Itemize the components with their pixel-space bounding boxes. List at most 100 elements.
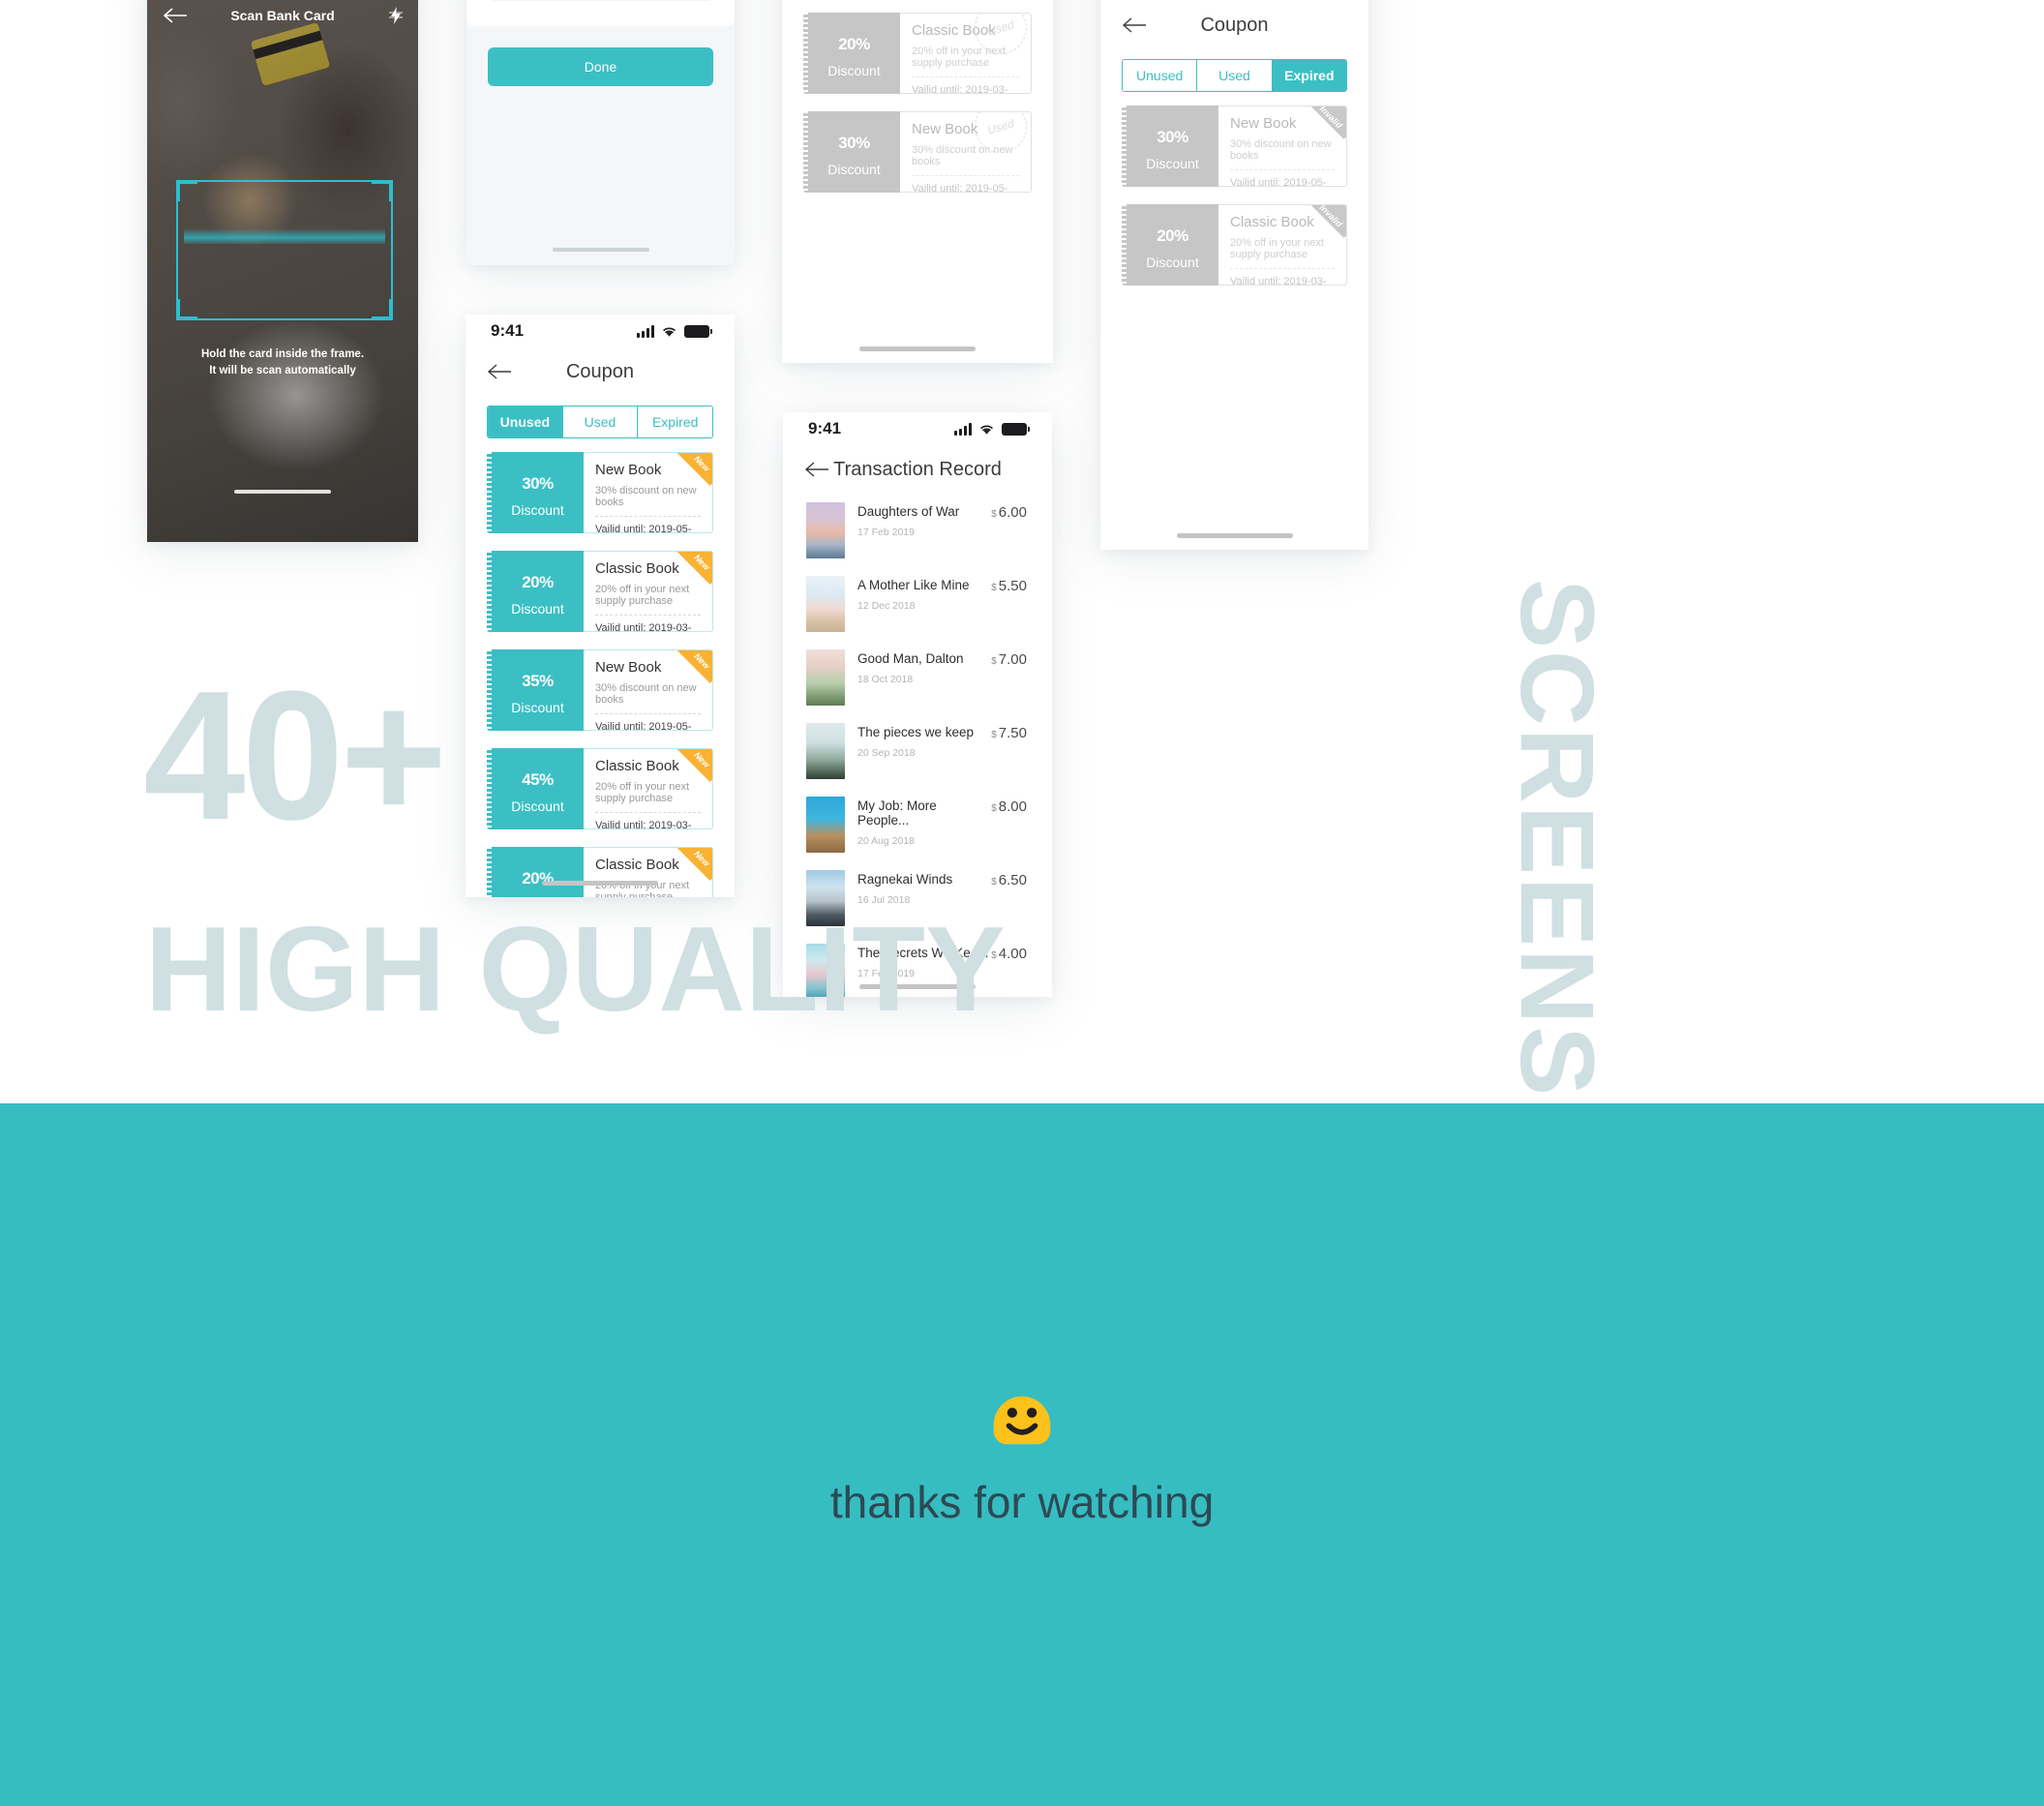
coupon-percent-value: 20 bbox=[522, 573, 540, 591]
footer-banner: thanks for watching bbox=[0, 1103, 2044, 1806]
coupon-discount-block: 45% Discount bbox=[487, 748, 584, 829]
coupon-percent-value: 20 bbox=[1157, 226, 1175, 245]
coupon-percent-value: 30 bbox=[522, 474, 540, 493]
coupon-discount-block: 20% Discount bbox=[803, 13, 900, 94]
coupon-valid: Vailid until: 2019-05-04 bbox=[595, 721, 692, 731]
coupon-card[interactable]: 20% Discount Classic Book 20% off in you… bbox=[803, 13, 1032, 94]
book-title: A Mother Like Mine bbox=[857, 578, 970, 592]
book-title: My Job: More People... bbox=[857, 798, 937, 828]
coupon-discount-label: Discount bbox=[511, 798, 564, 814]
transaction-details: A Mother Like Mine 12 Dec 2018 bbox=[845, 576, 991, 612]
back-arrow-icon[interactable] bbox=[487, 363, 512, 380]
transaction-date: 12 Dec 2018 bbox=[857, 600, 916, 612]
transaction-date: 20 Sep 2018 bbox=[857, 747, 916, 759]
expired-navbar: Coupon bbox=[1100, 1, 1368, 49]
transaction-details: Good Man, Dalton 18 Oct 2018 bbox=[845, 649, 991, 685]
frame-corner-br bbox=[372, 299, 393, 320]
tab-expired[interactable]: Expired bbox=[1272, 60, 1346, 91]
scan-hint-line1: Hold the card inside the frame. bbox=[200, 348, 365, 360]
coupon-discount-label: Discount bbox=[1146, 255, 1199, 270]
back-arrow-icon[interactable] bbox=[1122, 16, 1147, 34]
frame-corner-tl bbox=[176, 180, 197, 201]
table-row[interactable]: A Mother Like Mine 12 Dec 2018 $5.50 bbox=[787, 567, 1048, 641]
tab-used[interactable]: Used bbox=[562, 406, 639, 437]
flash-icon[interactable] bbox=[389, 7, 403, 24]
new-ribbon-label: New bbox=[692, 552, 712, 573]
coupon-card[interactable]: 20% Discount Classic Book 20% off in you… bbox=[1122, 204, 1347, 286]
coupon-card[interactable]: 20% Discount Classic Book20% off in your n… bbox=[487, 551, 713, 632]
table-row[interactable]: The pieces we keep 20 Sep 2018 $7.50 bbox=[787, 714, 1048, 788]
invalid-ribbon-label: Invalid bbox=[1318, 106, 1345, 131]
tab-unused[interactable]: Unused bbox=[488, 406, 563, 437]
currency-symbol: $ bbox=[991, 656, 997, 667]
status-time: 9:41 bbox=[808, 419, 842, 437]
coupon-percent-value: 35 bbox=[522, 672, 540, 690]
new-ribbon-label: New bbox=[692, 749, 712, 770]
coupon-card[interactable]: 30% Discount New Book 30% discount on ne… bbox=[1122, 105, 1347, 187]
status-bar: 9:41 bbox=[783, 412, 1052, 445]
coupon-card[interactable]: 30% Discount New Book 30% discount on new b… bbox=[487, 452, 713, 533]
transaction-details: Daughters of War 17 Feb 2019 bbox=[845, 502, 991, 538]
coupon-divider bbox=[595, 615, 701, 616]
home-indicator bbox=[859, 346, 976, 351]
smiley-face-icon bbox=[993, 1396, 1051, 1445]
price-value: 8.00 bbox=[998, 798, 1027, 815]
book-cover-thumbnail bbox=[806, 576, 845, 632]
coupon-discount-label: Discount bbox=[511, 601, 564, 617]
expired-coupon-list: 30% Discount New Book 30% discount on ne… bbox=[1100, 92, 1368, 286]
coupon-card[interactable]: 35% Discount New Book 30% discount on new b… bbox=[487, 649, 713, 731]
coupon-discount-label: Discount bbox=[827, 162, 881, 177]
coupon-percent-unit: % bbox=[539, 770, 554, 789]
coupon-divider bbox=[595, 516, 701, 517]
tab-unused[interactable]: Unused bbox=[1123, 60, 1198, 91]
price-value: 6.50 bbox=[998, 872, 1027, 888]
coupon-percent: 30% bbox=[522, 467, 554, 494]
coupon-discount-label: Discount bbox=[511, 502, 564, 518]
coupon-divider bbox=[595, 812, 701, 813]
coupon-info: Classic Book 20% off in your next supply … bbox=[584, 551, 713, 632]
coupon-discount-label: Discount bbox=[1146, 156, 1199, 171]
coupon-valid: Vailid until: 2019-03-25 bbox=[595, 820, 692, 829]
scan-title: Scan Bank Card bbox=[230, 8, 335, 23]
coupon-info: New Book 30% discount on new books Vaili… bbox=[900, 111, 1032, 193]
tab-expired[interactable]: Expired bbox=[638, 406, 712, 437]
coupon-divider bbox=[1230, 268, 1335, 269]
scan-navbar: Scan Bank Card bbox=[147, 0, 418, 31]
back-arrow-icon[interactable] bbox=[163, 7, 188, 24]
coupon-percent-unit: % bbox=[539, 573, 554, 591]
price-value: 5.50 bbox=[998, 578, 1027, 594]
coupon-card[interactable]: 45% Discount Classic Book 20% off in your n… bbox=[487, 748, 713, 829]
coupon-percent-unit: % bbox=[856, 134, 870, 152]
coupon-discount-block: 30% Discount bbox=[1122, 105, 1218, 187]
coupon-percent-unit: % bbox=[856, 35, 870, 53]
book-cover-thumbnail bbox=[806, 723, 845, 779]
coupon-percent-value: 45 bbox=[522, 770, 540, 789]
invalid-ribbon-label: Invalid bbox=[1318, 205, 1345, 229]
frame-corner-tr bbox=[372, 180, 393, 201]
payment-method-bank-card[interactable]: Bank Card **** **** **** 1766 HSBC bbox=[488, 0, 713, 1]
table-row[interactable]: My Job: More People... 20 Aug 2018 $8.00 bbox=[787, 788, 1048, 861]
table-row[interactable]: Good Man, Dalton 18 Oct 2018 $7.00 bbox=[787, 641, 1048, 714]
coupon-card[interactable]: 20%DiscountClassic Book20% off in your n… bbox=[487, 847, 713, 897]
back-arrow-icon[interactable] bbox=[804, 461, 829, 478]
coupon-discount-block: 30% Discount bbox=[803, 111, 900, 193]
coupon-card[interactable]: 30% Discount New Book 30% discount on ne… bbox=[803, 111, 1032, 193]
invalid-ribbon: Invalid bbox=[1308, 106, 1346, 145]
coupon-divider bbox=[595, 713, 701, 714]
coupon-discount-block: 20%Discount bbox=[487, 847, 584, 897]
home-indicator bbox=[542, 881, 658, 886]
price-value: 6.00 bbox=[998, 504, 1027, 521]
currency-symbol: $ bbox=[991, 803, 997, 814]
price-value: 7.50 bbox=[998, 725, 1027, 741]
book-cover-thumbnail bbox=[806, 502, 845, 558]
table-row[interactable]: Daughters of War 17 Feb 2019 $6.00 bbox=[787, 494, 1048, 567]
status-icons bbox=[954, 422, 1030, 436]
battery-icon bbox=[684, 324, 712, 338]
coupon-percent: 45% bbox=[522, 764, 554, 790]
coupon-percent: 30% bbox=[1157, 121, 1188, 147]
done-button[interactable]: Done bbox=[488, 47, 713, 86]
tab-used[interactable]: Used bbox=[1197, 60, 1273, 91]
transaction-navbar: Transaction Record bbox=[783, 445, 1052, 494]
coupon-valid: Vailid until: 2019-03-25 bbox=[912, 84, 1008, 94]
status-icons bbox=[637, 324, 712, 338]
